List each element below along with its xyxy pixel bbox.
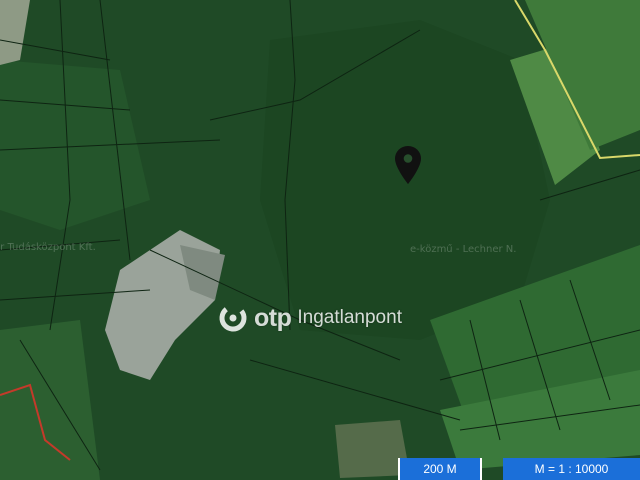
scale-distance: 200 M bbox=[398, 458, 482, 480]
map-pin-icon[interactable] bbox=[395, 146, 421, 184]
scale-ratio: M = 1 : 10000 bbox=[503, 458, 640, 480]
otp-logo-icon bbox=[219, 304, 247, 332]
map-credit-left: er Tudásközpont Kft. bbox=[0, 242, 96, 253]
watermark-product: Ingatlanpont bbox=[297, 307, 402, 328]
satellite-map[interactable] bbox=[0, 0, 640, 480]
brand-watermark: otp Ingatlanpont bbox=[218, 303, 402, 333]
map-credit-right: e-közmű - Lechner N. bbox=[410, 244, 517, 255]
watermark-brand: otp bbox=[254, 303, 292, 332]
